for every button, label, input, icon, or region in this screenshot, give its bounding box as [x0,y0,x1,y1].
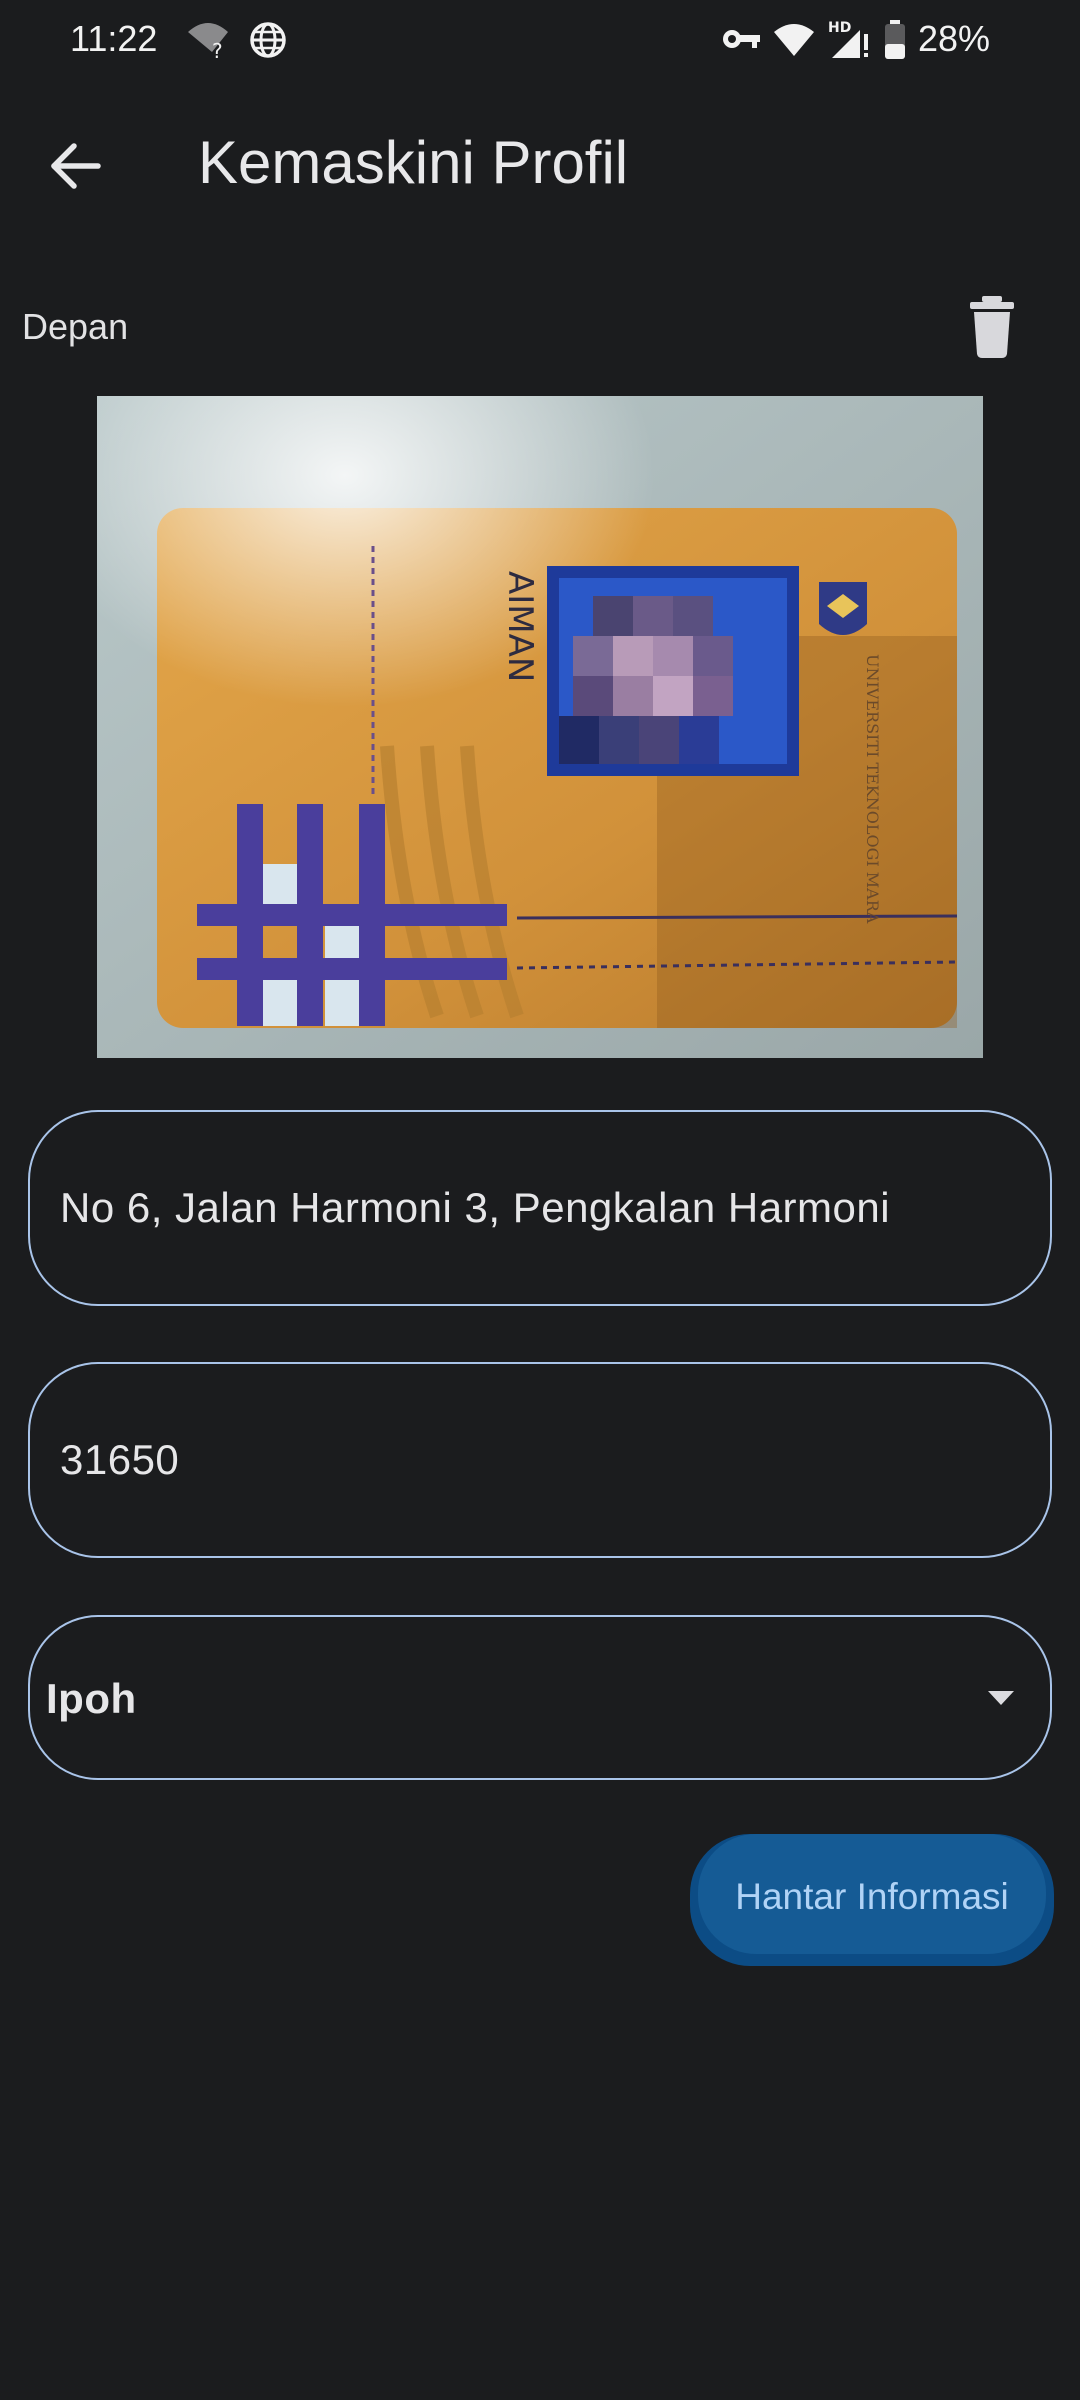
vpn-key-icon [723,30,760,48]
card-institution-text: UNIVERSITI TEKNOLOGI MARA [863,654,882,924]
id-card-photo: AIMAN UNIVERSITI TEKNOLOGI MARA [97,396,983,1058]
battery-icon [885,20,905,59]
delete-photo-button[interactable] [960,292,1024,360]
status-bar: 11:22 ? HD 28% [0,0,1080,84]
submit-button[interactable]: Hantar Informasi [690,1834,1054,1966]
submit-button-label: Hantar Informasi [735,1876,1009,1917]
arrow-back-icon [51,143,101,189]
globe-icon [250,22,286,58]
back-button[interactable] [40,130,112,202]
pixelated-face [547,566,799,776]
postcode-field-value: 31650 [60,1436,180,1483]
submit-button-surface: Hantar Informasi [698,1834,1046,1954]
photo-side-label: Depan [22,306,129,347]
university-logo [819,582,867,635]
svg-text:?: ? [212,39,223,60]
wifi-icon [774,24,814,56]
svg-text:HD: HD [828,20,851,36]
city-dropdown[interactable]: Ipoh [28,1615,1052,1780]
battery-percentage: 28% [918,18,991,59]
address-field-value: No 6, Jalan Harmoni 3, Pengkalan Harmoni [60,1184,891,1231]
trash-icon [970,296,1014,358]
page-title: Kemaskini Profil [198,129,629,196]
card-name-text: AIMAN [500,571,540,682]
wifi-question-icon: ? [188,23,228,60]
dropdown-arrow-icon [988,1691,1014,1705]
status-time: 11:22 [70,18,158,59]
signal-hd-icon: HD [828,20,868,58]
city-selected-value: Ipoh [46,1675,137,1722]
postcode-field[interactable]: 31650 [28,1362,1052,1558]
address-field[interactable]: No 6, Jalan Harmoni 3, Pengkalan Harmoni [28,1110,1052,1306]
app-bar: Kemaskini Profil [0,100,1080,230]
